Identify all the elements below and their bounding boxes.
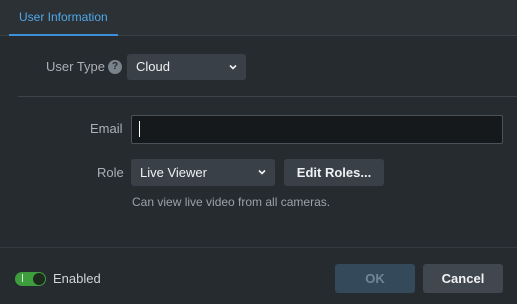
footer-divider: [0, 247, 517, 248]
role-description: Can view live video from all cameras.: [132, 195, 331, 209]
role-label: Role: [97, 165, 124, 180]
section-divider: [18, 96, 517, 97]
edit-roles-button[interactable]: Edit Roles...: [284, 159, 384, 186]
ok-button[interactable]: OK: [335, 264, 415, 293]
active-tab-indicator: [9, 34, 118, 36]
email-field[interactable]: [131, 115, 503, 144]
toggle-knob: [33, 273, 45, 285]
email-label: Email: [90, 121, 123, 136]
enabled-toggle[interactable]: [15, 272, 46, 286]
enabled-label: Enabled: [53, 271, 101, 286]
user-type-label: User Type: [46, 59, 106, 74]
tab-label: User Information: [19, 10, 108, 24]
cancel-button[interactable]: Cancel: [423, 264, 503, 293]
tab-user-information[interactable]: User Information: [9, 0, 118, 36]
tab-bar: User Information: [0, 0, 517, 36]
chevron-down-icon: [229, 64, 237, 70]
user-dialog: User Information User Type ? Cloud Email…: [0, 0, 517, 304]
user-type-value: Cloud: [136, 59, 170, 74]
user-type-select[interactable]: Cloud: [127, 54, 246, 80]
role-select[interactable]: Live Viewer: [131, 159, 275, 186]
toggle-on-mark: [22, 274, 23, 282]
question-circle-icon[interactable]: ?: [108, 60, 122, 74]
chevron-down-icon: [258, 169, 266, 175]
role-value: Live Viewer: [140, 165, 207, 180]
text-cursor: [139, 121, 140, 137]
